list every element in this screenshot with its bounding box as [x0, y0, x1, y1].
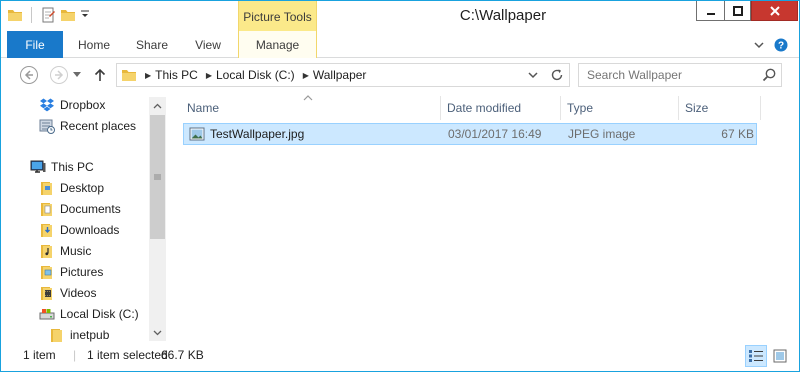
tab-share[interactable]: Share	[125, 31, 179, 58]
address-bar[interactable]: ▶ This PC ▶ Local Disk (C:) ▶ Wallpaper	[116, 63, 570, 87]
tab-home[interactable]: Home	[67, 31, 121, 58]
large-icons-view-icon[interactable]	[769, 345, 791, 367]
sidebar-item-local-disk[interactable]: Local Disk (C:)	[39, 303, 139, 324]
folder-icon	[49, 327, 65, 343]
file-size: 67 KB	[721, 127, 754, 141]
scroll-down-icon[interactable]	[149, 324, 166, 341]
title-bar: Picture Tools C:\Wallpaper	[1, 1, 799, 31]
search-input[interactable]	[579, 64, 755, 86]
minimize-button[interactable]	[696, 1, 724, 21]
tab-view[interactable]: View	[181, 31, 235, 58]
recent-places-icon	[39, 118, 55, 134]
sidebar-item-label: Downloads	[60, 222, 120, 237]
sidebar-item-documents[interactable]: Documents	[39, 198, 121, 219]
sidebar-item-dropbox[interactable]: Dropbox	[39, 94, 105, 115]
customize-toolbar-icon[interactable]	[80, 9, 90, 21]
sidebar-item-label: Documents	[60, 201, 121, 216]
back-button[interactable]	[18, 64, 40, 86]
breadcrumb-wallpaper[interactable]: Wallpaper	[313, 68, 367, 82]
file-name: TestWallpaper.jpg	[210, 127, 305, 141]
help-icon[interactable]: ?	[773, 37, 789, 53]
sidebar-item-downloads[interactable]: Downloads	[39, 219, 119, 240]
sidebar-item-label: Local Disk (C:)	[60, 306, 139, 321]
table-row[interactable]: TestWallpaper.jpg 03/01/2017 16:49 JPEG …	[183, 123, 757, 145]
navigation-pane: Dropbox Recent places This PC Desktop Do…	[1, 91, 167, 343]
sidebar-item-label: Desktop	[60, 180, 105, 195]
forward-button[interactable]	[48, 64, 70, 86]
sidebar-item-label: inetpub	[70, 327, 110, 342]
expand-ribbon-icon[interactable]	[751, 37, 767, 53]
search-box[interactable]	[578, 63, 782, 87]
close-button[interactable]	[751, 1, 798, 21]
folder-icon	[39, 222, 55, 238]
folder-icon	[39, 180, 55, 196]
image-file-icon	[189, 126, 205, 142]
sidebar-item-label: Dropbox	[60, 97, 106, 112]
sidebar-item-label: Recent places	[60, 118, 137, 133]
sidebar-item-label: Pictures	[60, 264, 104, 279]
sidebar-item-label: Videos	[60, 285, 97, 300]
breadcrumb-chevron-icon[interactable]: ▶	[145, 71, 151, 80]
sidebar-item-desktop[interactable]: Desktop	[39, 177, 104, 198]
maximize-button[interactable]	[724, 1, 751, 21]
sidebar-item-recent-places[interactable]: Recent places	[39, 115, 136, 136]
computer-icon	[30, 159, 46, 175]
drive-icon	[39, 306, 55, 322]
tab-manage[interactable]: Manage	[238, 31, 317, 58]
up-button[interactable]	[92, 64, 108, 86]
status-bar: 1 item | 1 item selected 66.7 KB	[1, 342, 799, 371]
dropbox-icon	[39, 97, 55, 113]
search-icon[interactable]	[761, 67, 777, 83]
folder-icon	[39, 201, 55, 217]
folder-icon	[39, 243, 55, 259]
refresh-icon[interactable]	[545, 64, 569, 86]
sidebar-item-music[interactable]: Music	[39, 240, 91, 261]
tab-file[interactable]: File	[7, 31, 63, 58]
scrollbar-thumb[interactable]	[150, 115, 165, 239]
breadcrumb-this-pc[interactable]: This PC	[155, 68, 198, 82]
scroll-up-icon[interactable]	[149, 97, 166, 114]
folder-icon[interactable]	[7, 7, 23, 23]
details-view-icon[interactable]	[745, 345, 767, 367]
column-header-type[interactable]: Type	[561, 96, 679, 120]
file-type: JPEG image	[568, 127, 636, 141]
sidebar-item-videos[interactable]: Videos	[39, 282, 96, 303]
sidebar-item-label: Music	[60, 243, 92, 258]
sidebar-scrollbar[interactable]	[149, 97, 166, 341]
navigation-bar: ▶ This PC ▶ Local Disk (C:) ▶ Wallpaper	[1, 59, 799, 91]
toolbar-separator	[31, 7, 32, 23]
breadcrumb-local-disk[interactable]: Local Disk (C:)	[216, 68, 295, 82]
folder-icon	[121, 67, 137, 83]
quick-access-toolbar	[7, 7, 90, 23]
ribbon-tabs: File Home Share View Manage ?	[1, 31, 799, 58]
folder-icon	[39, 264, 55, 280]
address-dropdown-icon[interactable]	[521, 64, 545, 86]
file-date-modified: 03/01/2017 16:49	[448, 127, 542, 141]
picture-tools-label: Picture Tools	[238, 1, 317, 31]
file-list: Name Date modified Type Size TestWallpap…	[169, 91, 799, 341]
folder-icon	[39, 285, 55, 301]
column-header-size[interactable]: Size	[679, 96, 761, 120]
properties-icon[interactable]	[40, 7, 56, 23]
column-header-date-modified[interactable]: Date modified	[441, 96, 561, 120]
explorer-window: Picture Tools C:\Wallpaper File Home Sha…	[0, 0, 800, 372]
recent-locations-icon[interactable]	[70, 64, 84, 86]
column-header-name[interactable]: Name	[181, 96, 441, 120]
status-separator: |	[73, 348, 77, 362]
new-folder-icon[interactable]	[60, 7, 76, 23]
breadcrumb-chevron-icon[interactable]: ▶	[303, 71, 309, 80]
window-title: C:\Wallpaper	[459, 7, 547, 24]
sidebar-item-this-pc[interactable]: This PC	[30, 156, 94, 177]
sidebar-item-label: This PC	[51, 159, 94, 174]
svg-text:?: ?	[778, 41, 784, 52]
selection-count: 1 item selected	[87, 348, 168, 362]
selection-size: 66.7 KB	[161, 348, 204, 362]
sidebar-item-pictures[interactable]: Pictures	[39, 261, 103, 282]
item-count: 1 item	[23, 348, 56, 362]
breadcrumb-chevron-icon[interactable]: ▶	[206, 71, 212, 80]
